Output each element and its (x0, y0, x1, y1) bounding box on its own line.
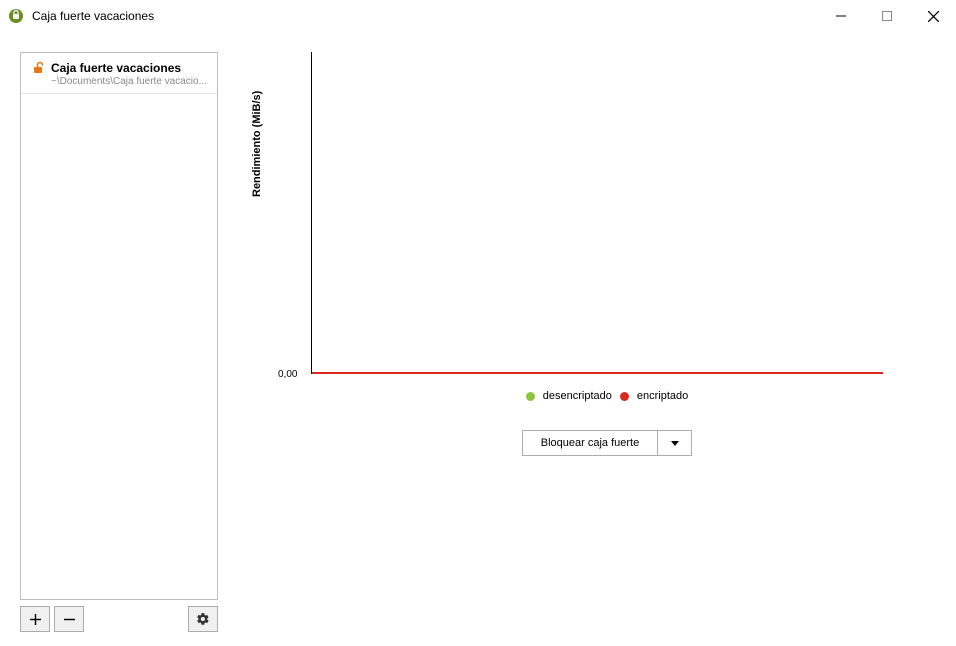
legend-dot-decrypted (526, 392, 535, 401)
main-content: Caja fuerte vacaciones ~\Documents\Caja … (0, 32, 956, 646)
chart-encrypted-line (312, 372, 883, 374)
sidebar-actions (20, 606, 218, 632)
chart-plot-area: 0,00 (311, 52, 903, 374)
lock-vault-button[interactable]: Bloquear caja fuerte (522, 430, 658, 456)
app-icon (8, 8, 24, 24)
gear-icon (196, 612, 210, 626)
settings-button[interactable] (188, 606, 218, 632)
vault-list-item[interactable]: Caja fuerte vacaciones ~\Documents\Caja … (21, 53, 217, 94)
lock-button-group: Bloquear caja fuerte (522, 430, 692, 456)
sidebar: Caja fuerte vacaciones ~\Documents\Caja … (20, 52, 218, 632)
chevron-down-icon (671, 441, 679, 446)
unlocked-icon (31, 61, 45, 75)
lock-vault-dropdown-button[interactable] (658, 430, 692, 456)
legend-dot-encrypted (620, 392, 629, 401)
window-title: Caja fuerte vacaciones (32, 9, 154, 23)
legend-label-encrypted: encriptado (637, 390, 688, 402)
vault-list[interactable]: Caja fuerte vacaciones ~\Documents\Caja … (20, 52, 218, 600)
titlebar: Caja fuerte vacaciones (0, 0, 956, 32)
legend-label-decrypted: desencriptado (543, 390, 612, 402)
add-vault-button[interactable] (20, 606, 50, 632)
vault-name: Caja fuerte vacaciones (51, 61, 181, 75)
minimize-button[interactable] (818, 0, 864, 32)
close-button[interactable] (910, 0, 956, 32)
chart-ytick-0: 0,00 (278, 369, 297, 380)
throughput-chart: Rendimiento (MiB/s) 0,00 desencriptado e… (263, 52, 903, 456)
action-row: Bloquear caja fuerte (311, 430, 903, 456)
lock-vault-label: Bloquear caja fuerte (541, 437, 639, 449)
content-pane: Rendimiento (MiB/s) 0,00 desencriptado e… (218, 52, 936, 632)
maximize-button[interactable] (864, 0, 910, 32)
vault-path: ~\Documents\Caja fuerte vacacio... (51, 76, 207, 87)
chart-ylabel: Rendimiento (MiB/s) (251, 91, 263, 197)
remove-vault-button[interactable] (54, 606, 84, 632)
chart-legend: desencriptado encriptado (311, 390, 903, 402)
